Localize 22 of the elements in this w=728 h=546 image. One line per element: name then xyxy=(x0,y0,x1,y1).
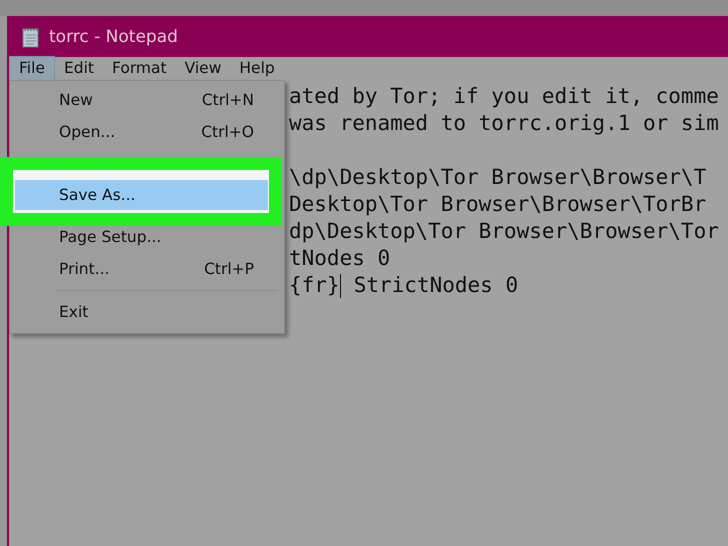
code-line: StrictNodes 0 xyxy=(352,272,518,299)
code-line: ated by Tor; if you edit it, comme xyxy=(289,83,719,110)
code-line: dp\Desktop\Tor Browser\Browser\Tor xyxy=(289,218,719,245)
text-cursor xyxy=(340,274,342,298)
code-line: was renamed to torrc.orig.1 or sim xyxy=(289,110,719,137)
menu-item[interactable]: Format xyxy=(102,57,176,80)
menu-option[interactable]: Exit xyxy=(10,296,284,328)
menu-item[interactable]: Help xyxy=(230,57,284,80)
menu-option[interactable]: Open... Ctrl+O xyxy=(10,116,284,148)
code-line: \dp\Desktop\Tor Browser\Browser\T xyxy=(289,164,706,191)
menu-option[interactable]: Print... Ctrl+P xyxy=(10,253,284,285)
menu-option[interactable]: Save As... xyxy=(15,180,268,210)
menu-option[interactable]: New Ctrl+N xyxy=(10,84,284,116)
code-line: tNodes 0 xyxy=(289,245,390,272)
code-line: {fr} xyxy=(289,272,340,299)
window-title: torrc - Notepad xyxy=(49,26,178,46)
menu-item[interactable]: Edit xyxy=(54,57,103,80)
notepad-icon xyxy=(21,26,41,48)
code-line: Desktop\Tor Browser\Browser\TorBr xyxy=(289,191,706,218)
menu-item[interactable]: File xyxy=(9,56,55,81)
menu-item[interactable]: View xyxy=(176,57,230,80)
menu-option[interactable]: Page Setup... xyxy=(10,221,284,253)
